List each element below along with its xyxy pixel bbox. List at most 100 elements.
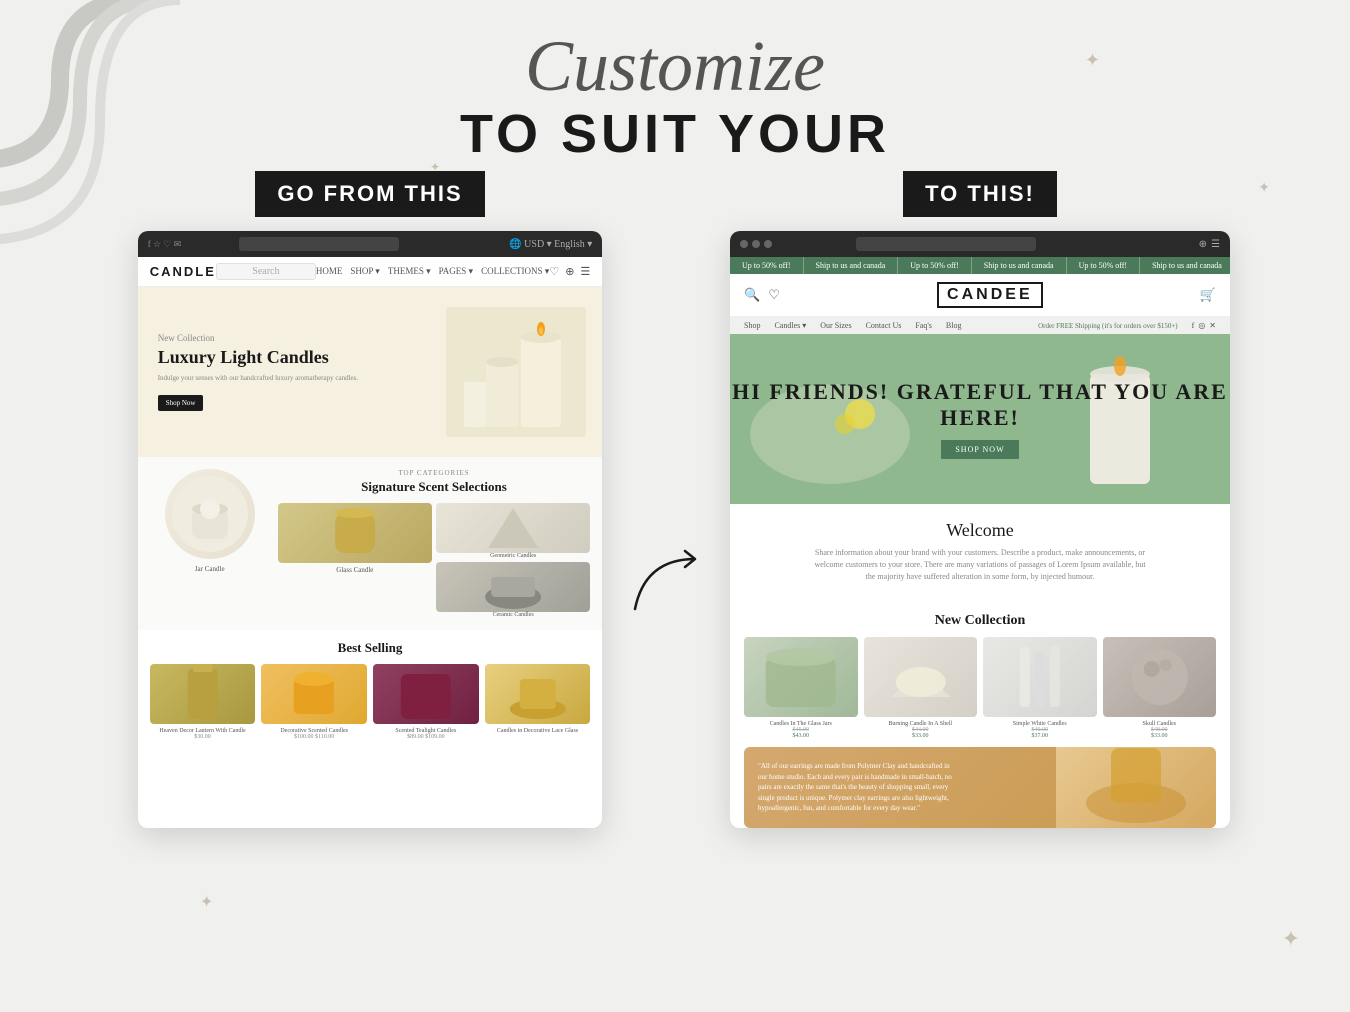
- best-item-3-image: [373, 664, 479, 724]
- left-hero: New Collection Luxury Light Candles Indu…: [138, 287, 603, 457]
- sec-blog: Blog: [946, 321, 962, 330]
- right-panel-label: TO THIS!: [903, 171, 1057, 217]
- left-nav-icons: ♡ ⊕ ☰: [549, 265, 590, 278]
- col-item-3: Simple White Candles $40.00 $37.00: [983, 637, 1097, 739]
- nav-themes: THEMES ▾: [388, 266, 431, 277]
- sec-candles: Candles ▾: [774, 321, 806, 330]
- left-hero-text: New Collection Luxury Light Candles Indu…: [158, 333, 447, 411]
- fb-icon: f: [1192, 321, 1195, 330]
- best-item-2-price: $100.00 $110.00: [261, 734, 367, 740]
- left-nav-links: HOME SHOP ▾ THEMES ▾ PAGES ▾ COLLECTIONS…: [316, 266, 549, 277]
- ticker-6: Ship to us and canada: [1140, 257, 1230, 274]
- right-search-icon: 🔍: [744, 287, 760, 303]
- left-categories: Jar Candle TOP CATEGORIES Signature Scen…: [138, 457, 603, 630]
- tw-icon: ✕: [1209, 321, 1216, 330]
- right-welcome-title: Welcome: [746, 520, 1214, 541]
- right-nav-right-icons: 🛒: [1200, 287, 1216, 303]
- browser-dot-1: [740, 240, 748, 248]
- right-browser-actions: ⊕ ☰: [1199, 239, 1220, 250]
- right-hero-headline: HI FRIENDS! GRATEFUL THAT YOU ARE HERE!: [730, 379, 1230, 431]
- col-item-4: Skull Candles $48.00 $33.00: [1103, 637, 1217, 739]
- left-search: Search: [216, 263, 316, 280]
- col-item-2-price: $33.00: [864, 733, 978, 739]
- ceramic-candle-image: [436, 562, 590, 612]
- glass-candle-image: [278, 503, 432, 563]
- geometric-candle: Geometric Candles: [436, 503, 590, 559]
- right-quote-text: "All of our earrings are made from Polym…: [758, 761, 958, 814]
- right-collection-grid: Candles In The Glass Jars $45.00 $43.00 …: [730, 637, 1230, 739]
- browser-dot-3: [764, 240, 772, 248]
- nav-pages: PAGES ▾: [439, 266, 473, 277]
- best-selling-grid: Heaven Decor Lantern With Candle $30.00 …: [150, 664, 591, 740]
- arrow-svg: [625, 539, 725, 619]
- right-collection: New Collection Candles In The Glass Jars…: [730, 613, 1230, 739]
- right-top-bar: Up to 50% off! Ship to us and canada Up …: [730, 257, 1230, 274]
- ticker-2: Ship to us and canada: [804, 257, 899, 274]
- right-hero: HI FRIENDS! GRATEFUL THAT YOU ARE HERE! …: [730, 334, 1230, 504]
- left-panel: GO FROM THIS f ☆ ♡ ✉ 🌐 USD ▾ English ▾ C…: [115, 171, 625, 828]
- right-collection-title: New Collection: [730, 613, 1230, 629]
- sparkle-bottom-left: ✦: [200, 892, 213, 912]
- right-secondary-nav: Shop Candles ▾ Our Sizes Contact Us Faq'…: [730, 317, 1230, 334]
- left-hero-desc: Indulge your senses with our handcrafted…: [158, 374, 447, 384]
- left-hero-title: Luxury Light Candles: [158, 347, 447, 369]
- nav-shop: SHOP ▾: [350, 266, 379, 277]
- cart-icon: ☰: [580, 265, 590, 278]
- left-hero-candle-image: [446, 307, 586, 437]
- jar-candle-item: Jar Candle: [150, 469, 270, 618]
- categories-grid: Glass Candle Geometric Candles: [278, 503, 591, 618]
- left-browser-mockup: f ☆ ♡ ✉ 🌐 USD ▾ English ▾ CANDLE Search …: [138, 231, 603, 828]
- right-shop-now-button[interactable]: SHOP NOW: [941, 440, 1018, 459]
- right-browser-mockup: ⊕ ☰ Up to 50% off! Ship to us and canada…: [730, 231, 1230, 828]
- wishlist-icon: ♡: [549, 265, 559, 278]
- sparkle-bottom-right: ✦: [1282, 926, 1300, 952]
- nav-collections: COLLECTIONS ▾: [481, 266, 549, 277]
- right-nav-left-icons: 🔍 ♡: [744, 287, 780, 303]
- quote-right-bg: [1056, 747, 1216, 828]
- left-browser-bar: f ☆ ♡ ✉ 🌐 USD ▾ English ▾: [138, 231, 603, 257]
- geometric-candle-label: Geometric Candles: [436, 553, 590, 559]
- left-nav: CANDLE Search HOME SHOP ▾ THEMES ▾ PAGES…: [138, 257, 603, 287]
- social-icons: f ☆ ♡ ✉: [148, 239, 181, 250]
- sec-faq: Faq's: [915, 321, 932, 330]
- left-shop-now-button[interactable]: Shop Now: [158, 395, 204, 411]
- categories-title: Signature Scent Selections: [278, 479, 591, 495]
- col-item-3-image: [983, 637, 1097, 717]
- header-script-text: Customize: [0, 30, 1350, 102]
- account-icon: ⊕: [565, 265, 574, 278]
- right-cart-icon: 🛒: [1200, 287, 1216, 303]
- right-welcome: Welcome Share information about your bra…: [730, 504, 1230, 613]
- col-item-1-image: [744, 637, 858, 717]
- best-item-4-image: [485, 664, 591, 724]
- best-item-2-image: [261, 664, 367, 724]
- best-item-2: Decorative Scented Candles $100.00 $110.…: [261, 664, 367, 740]
- col-item-4-image: [1103, 637, 1217, 717]
- jar-candle-image: [165, 469, 255, 559]
- best-item-3: Scented Tealight Candles $89.00 $109.00: [373, 664, 479, 740]
- ticker-1: Up to 50% off!: [730, 257, 804, 274]
- right-welcome-text: Share information about your brand with …: [810, 547, 1150, 583]
- best-item-1: Heaven Decor Lantern With Candle $30.00: [150, 664, 256, 740]
- left-hero-subtitle: New Collection: [158, 333, 447, 343]
- col-item-3-price: $37.00: [983, 733, 1097, 739]
- top-categories-label: TOP CATEGORIES: [278, 469, 591, 477]
- ticker-3: Up to 50% off!: [898, 257, 972, 274]
- ticker-4: Ship to us and canada: [972, 257, 1067, 274]
- right-nav: 🔍 ♡ CANDEE 🛒: [730, 274, 1230, 317]
- social-icons-right: f ◎ ✕: [1192, 321, 1216, 330]
- left-url-bar: [239, 237, 399, 251]
- sec-contact: Contact Us: [866, 321, 902, 330]
- ig-icon: ◎: [1198, 321, 1205, 330]
- sec-shop: Shop: [744, 321, 760, 330]
- left-browser-actions: 🌐 USD ▾ English ▾: [509, 239, 592, 250]
- arrow-area: [625, 171, 725, 828]
- best-item-1-image: [150, 664, 256, 724]
- best-item-3-price: $89.00 $109.00: [373, 734, 479, 740]
- right-panel: TO THIS! ⊕ ☰ Up to 50% off! Ship to us a…: [725, 171, 1235, 828]
- browser-dot-2: [752, 240, 760, 248]
- best-item-4-label: Candles in Decorative Lace Glass: [485, 728, 591, 734]
- shipping-notice: Order FREE Shipping (it's for orders ove…: [1038, 322, 1178, 330]
- col-item-1-price: $43.00: [744, 733, 858, 739]
- right-category-col: Geometric Candles Ceramic Candles: [436, 503, 590, 618]
- ceramic-candle-label: Ceramic Candles: [436, 612, 590, 618]
